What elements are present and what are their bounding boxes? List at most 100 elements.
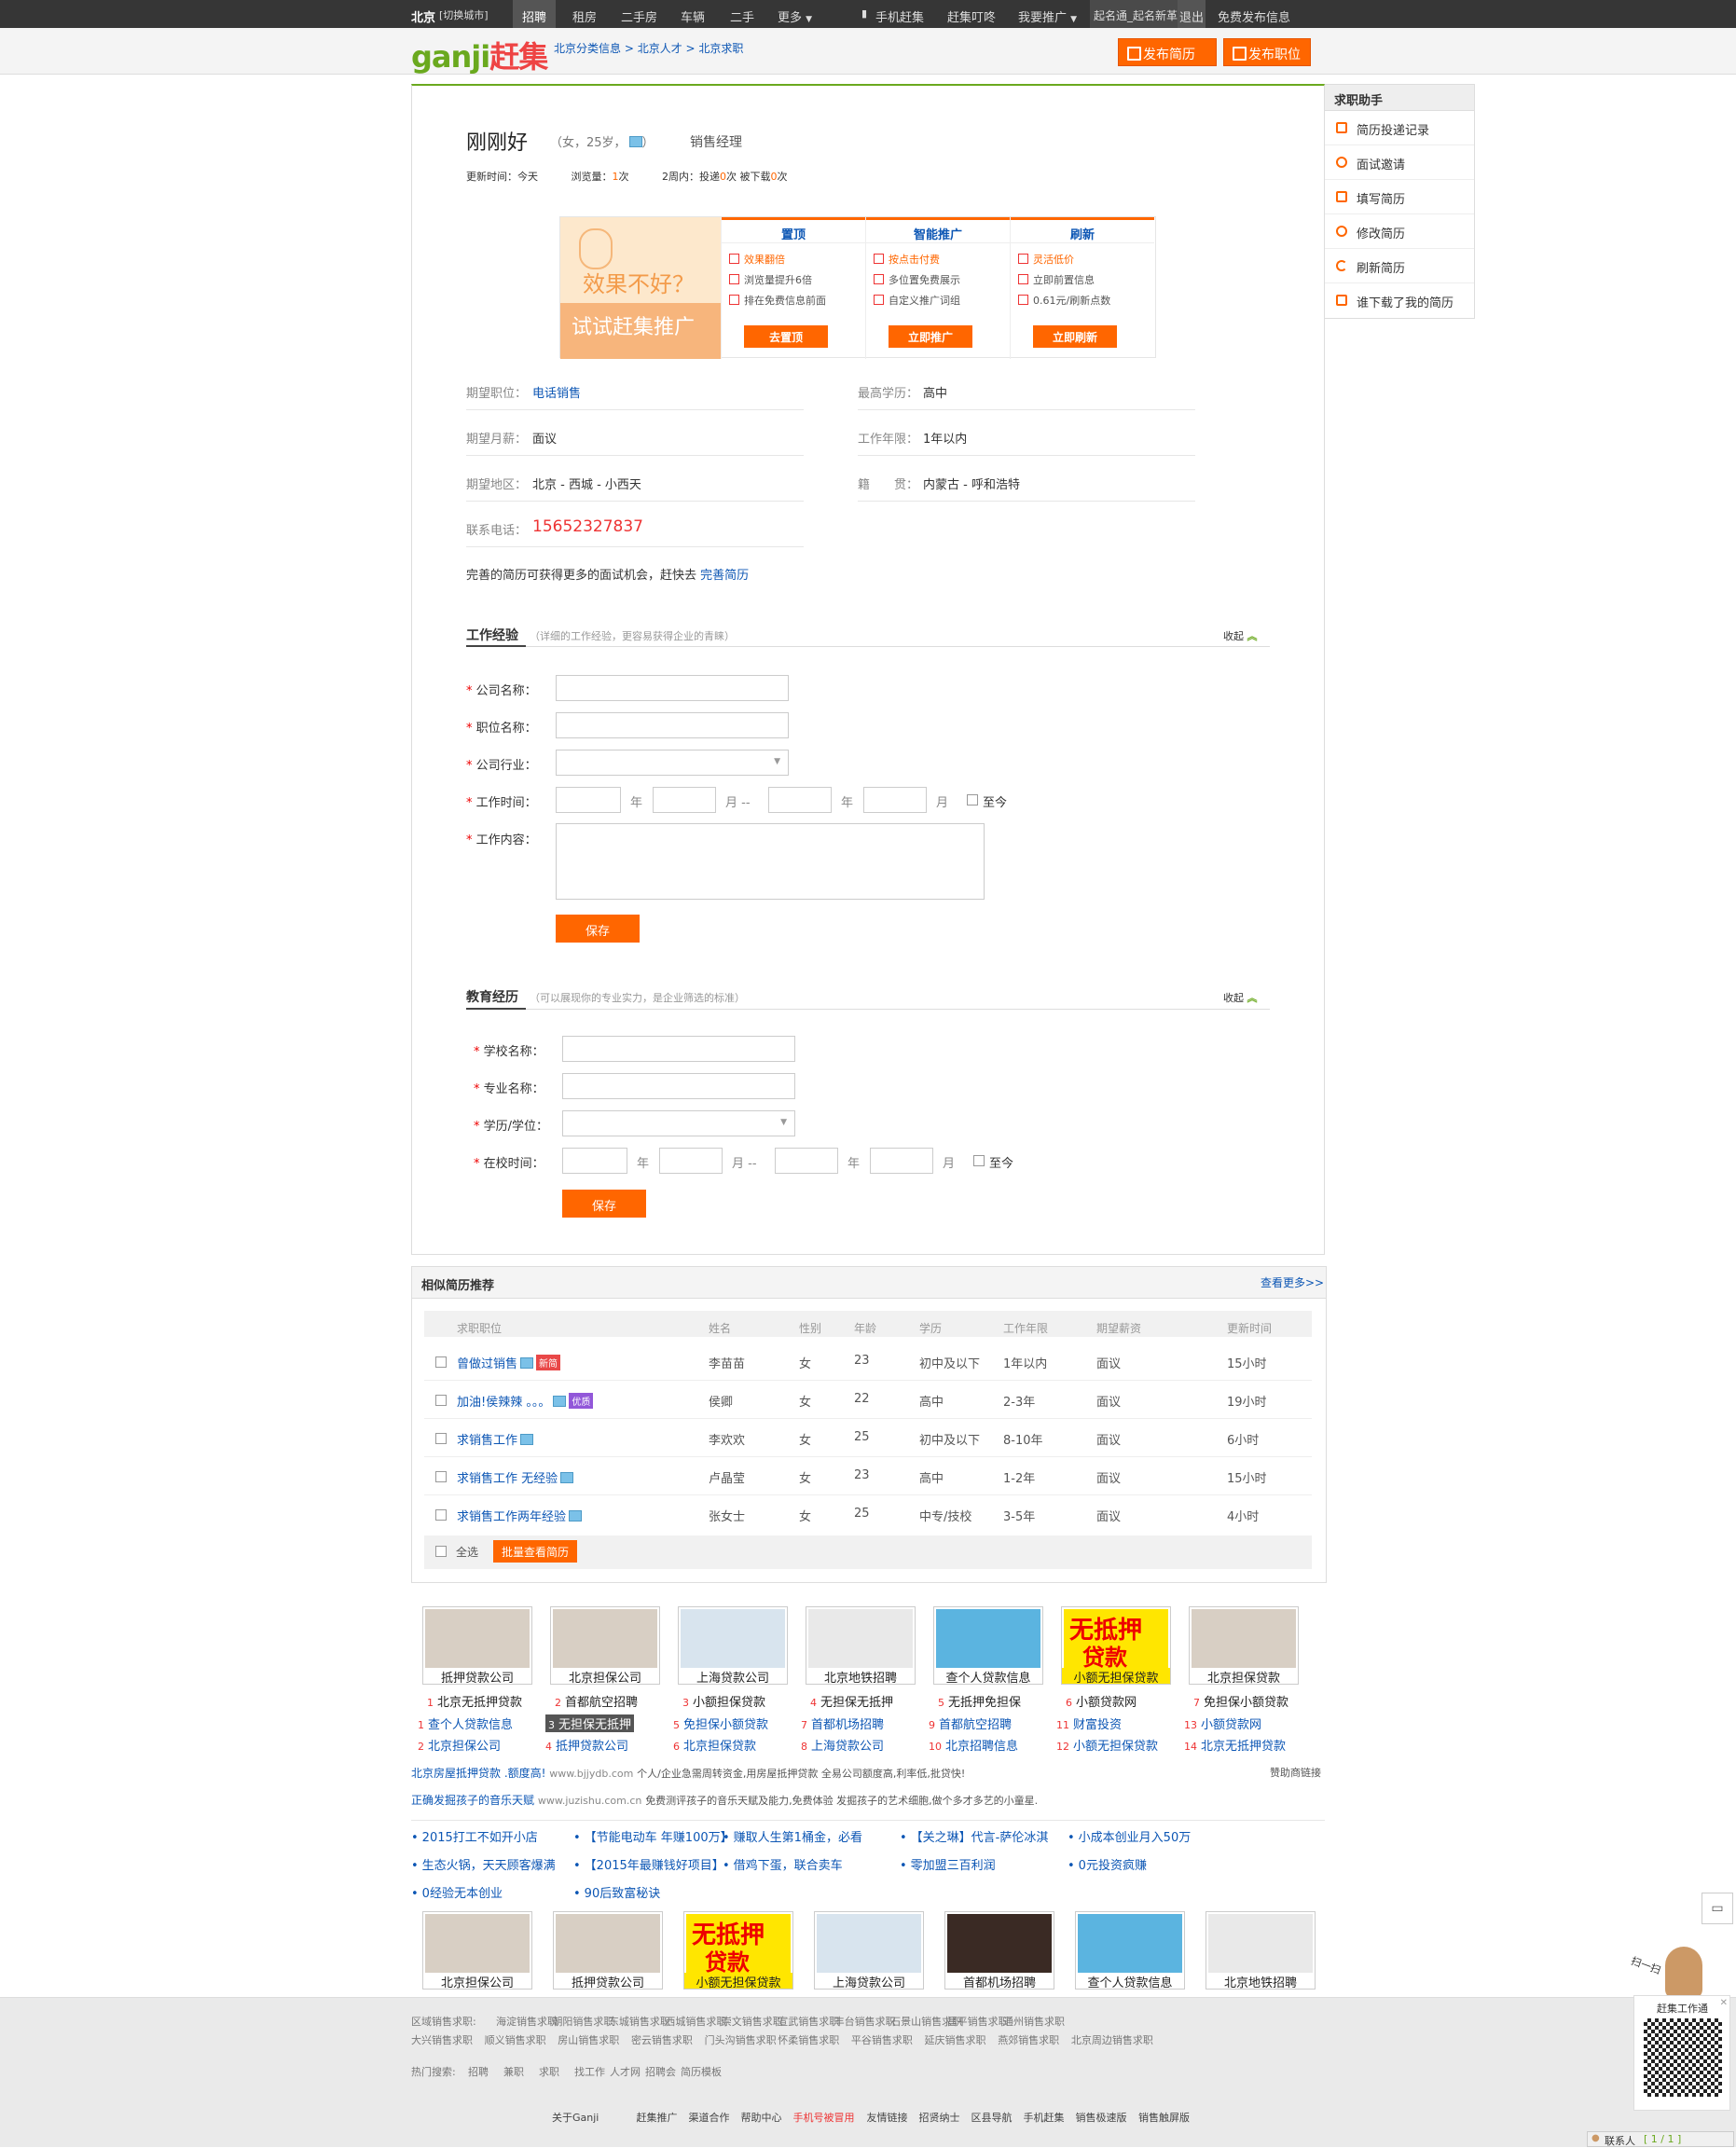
- batch-view-button[interactable]: 批量查看简历: [493, 1540, 577, 1563]
- go-top-button[interactable]: 去置顶: [744, 325, 828, 348]
- ad-link[interactable]: 3 小额担保贷款: [682, 1692, 765, 1710]
- table-row-job[interactable]: 曾做过销售 新简: [457, 1354, 561, 1371]
- ad-link[interactable]: 11 财富投资: [1056, 1714, 1122, 1732]
- view-more-link[interactable]: 查看更多>>: [1261, 1274, 1324, 1290]
- footer-hot-link[interactable]: 简历模板: [681, 2064, 722, 2079]
- edu-end-year-input[interactable]: [775, 1148, 838, 1174]
- sponsor-ad-1[interactable]: 北京房屋抵押贷款 .额度高! www.bjjydb.com 个人/企业急需周转资…: [411, 1765, 965, 1781]
- footer-hot-link[interactable]: 求职: [539, 2064, 559, 2079]
- promote-menu[interactable]: 我要推广 ▼: [1018, 7, 1077, 25]
- start-month-input[interactable]: [653, 787, 716, 813]
- ad-link[interactable]: 7 首都机场招聘: [801, 1714, 884, 1732]
- mobile-ganji-link[interactable]: 手机赶集: [875, 7, 924, 25]
- nav-item-more[interactable]: 更多 ▼: [778, 7, 812, 25]
- footer-bottom-link[interactable]: 关于Ganji: [552, 2110, 599, 2125]
- text-ad-item[interactable]: • 2015打工不如开小店: [411, 1827, 538, 1845]
- footer-bottom-link[interactable]: 渠道合作: [689, 2110, 730, 2125]
- footer-link[interactable]: 大兴销售求职: [411, 2032, 473, 2047]
- resume-title-link[interactable]: 曾做过销售: [457, 1357, 517, 1371]
- post-job-button[interactable]: 发布职位: [1223, 38, 1311, 66]
- edu-collapse-toggle[interactable]: 收起 ︽: [1223, 990, 1258, 1005]
- footer-link[interactable]: 海淀销售求职: [496, 2014, 558, 2029]
- footer-bottom-link[interactable]: 招贤纳士: [919, 2110, 960, 2125]
- table-row-job[interactable]: 求销售工作两年经验: [457, 1507, 583, 1524]
- text-ad-item[interactable]: • 0元投资疯赚: [1068, 1855, 1147, 1873]
- nav-item-zufang[interactable]: 租房: [572, 7, 597, 25]
- footer-link[interactable]: 怀柔销售求职: [778, 2032, 839, 2047]
- nav-item-ershoufang[interactable]: 二手房: [621, 7, 657, 25]
- ad-link[interactable]: 6 小额贷款网: [1066, 1692, 1137, 1710]
- edu-end-month-input[interactable]: [870, 1148, 933, 1174]
- sidebar-item-downloads[interactable]: 谁下载了我的简历: [1325, 283, 1474, 318]
- major-name-input[interactable]: [562, 1073, 795, 1099]
- desired-job[interactable]: 电话销售: [532, 383, 581, 401]
- ad-thumbnail[interactable]: 查个人贷款信息: [1075, 1911, 1185, 1990]
- footer-bottom-link[interactable]: 区县导航: [971, 2110, 1013, 2125]
- ad-link[interactable]: 5 无抵押免担保: [938, 1692, 1021, 1710]
- user-menu[interactable]: 起名通_起名新革命▼: [1090, 0, 1195, 28]
- ad-link[interactable]: 10 北京招聘信息: [929, 1736, 1018, 1754]
- edu-start-month-input[interactable]: [659, 1148, 723, 1174]
- ad-thumbnail[interactable]: 北京地铁招聘: [1206, 1911, 1316, 1990]
- chat-icon[interactable]: ▭: [1702, 1893, 1733, 1924]
- footer-link[interactable]: 西城销售求职: [665, 2014, 726, 2029]
- complete-resume-link[interactable]: 完善简历: [700, 569, 749, 583]
- school-name-input[interactable]: [562, 1036, 795, 1062]
- table-row-job[interactable]: 求销售工作: [457, 1430, 534, 1448]
- resume-title-link[interactable]: 求销售工作两年经验: [457, 1510, 566, 1524]
- sponsor-ad-2[interactable]: 正确发掘孩子的音乐天赋 www.juzishu.com.cn 免费测评孩子的音乐…: [411, 1792, 1038, 1808]
- free-post-link[interactable]: 免费发布信息: [1218, 7, 1290, 25]
- nav-item-zhaopin[interactable]: 招聘: [513, 0, 556, 28]
- dingdong-link[interactable]: 赶集叮咚: [947, 7, 996, 25]
- text-ad-item[interactable]: • 0经验无本创业: [411, 1883, 503, 1901]
- company-name-input[interactable]: [556, 675, 789, 701]
- sponsor-title[interactable]: 正确发掘孩子的音乐天赋: [411, 1794, 534, 1807]
- footer-link[interactable]: 宣武销售求职: [778, 2014, 839, 2029]
- footer-bottom-link[interactable]: 赶集推广: [637, 2110, 678, 2125]
- text-ad-item[interactable]: • 【2015年最赚钱好项目】: [573, 1855, 724, 1873]
- ad-thumbnail[interactable]: 北京担保公司: [422, 1911, 532, 1990]
- sidebar-item-refresh-resume[interactable]: 刷新简历: [1325, 249, 1474, 283]
- ad-link[interactable]: 1 查个人贷款信息: [418, 1714, 513, 1732]
- ad-link[interactable]: 7 免担保小额贷款: [1193, 1692, 1288, 1710]
- contacts-bar[interactable]: ● 联系人 [ 1 / 1 ]: [1587, 2131, 1734, 2147]
- switch-city-link[interactable]: [切换城市]: [439, 7, 489, 22]
- sidebar-item-delivery-log[interactable]: 简历投递记录: [1325, 111, 1474, 145]
- end-month-input[interactable]: [863, 787, 927, 813]
- footer-link[interactable]: 朝阳销售求职: [552, 2014, 613, 2029]
- row-checkbox[interactable]: [435, 1395, 447, 1406]
- breadcrumb-item[interactable]: 北京分类信息: [554, 42, 621, 55]
- table-row-job[interactable]: 加油!侯辣辣 。。。 优质: [457, 1392, 594, 1410]
- edu-save-button[interactable]: 保存: [562, 1190, 646, 1218]
- footer-hot-link[interactable]: 招聘: [468, 2064, 489, 2079]
- ad-thumbnail[interactable]: 抵押贷款公司: [553, 1911, 663, 1990]
- ad-link[interactable]: 3 无担保无抵押: [545, 1714, 635, 1732]
- footer-link[interactable]: 昌平销售求职: [947, 2014, 1009, 2029]
- text-ad-item[interactable]: • 【节能电动车 年赚100万】: [573, 1827, 733, 1845]
- footer-link[interactable]: 燕郊销售求职: [998, 2032, 1059, 2047]
- text-ad-item[interactable]: • 零加盟三百利润: [900, 1855, 996, 1873]
- end-year-input[interactable]: [768, 787, 832, 813]
- degree-select[interactable]: ▼: [562, 1110, 795, 1136]
- text-ad-item[interactable]: • 小成本创业月入50万: [1068, 1827, 1191, 1845]
- footer-bottom-link[interactable]: 手机号被冒用: [793, 2110, 855, 2125]
- position-name-input[interactable]: [556, 712, 789, 738]
- footer-bottom-link[interactable]: 销售极速版: [1076, 2110, 1127, 2125]
- edu-start-year-input[interactable]: [562, 1148, 627, 1174]
- footer-link[interactable]: 平谷销售求职: [851, 2032, 913, 2047]
- ad-thumbnail[interactable]: 北京地铁招聘: [806, 1606, 916, 1686]
- work-collapse-toggle[interactable]: 收起 ︽: [1223, 628, 1258, 643]
- ad-link[interactable]: 12 小额无担保贷款: [1056, 1736, 1158, 1754]
- ad-link[interactable]: 9 首都航空招聘: [929, 1714, 1012, 1732]
- sidebar-item-modify-resume[interactable]: 修改简历: [1325, 214, 1474, 249]
- work-content-textarea[interactable]: [556, 823, 985, 900]
- footer-link[interactable]: 密云销售求职: [631, 2032, 693, 2047]
- ad-link[interactable]: 2 首都航空招聘: [555, 1692, 638, 1710]
- footer-link[interactable]: 门头沟销售求职: [705, 2032, 777, 2047]
- footer-link[interactable]: 通州销售求职: [1003, 2014, 1065, 2029]
- text-ad-item[interactable]: • 生态火锅，天天顾客爆满: [411, 1855, 556, 1873]
- nav-item-ershou[interactable]: 二手: [730, 7, 754, 25]
- ad-link[interactable]: 4 抵押贷款公司: [545, 1736, 628, 1754]
- till-now-checkbox[interactable]: [967, 794, 978, 806]
- ad-thumbnail[interactable]: 查个人贷款信息: [933, 1606, 1043, 1686]
